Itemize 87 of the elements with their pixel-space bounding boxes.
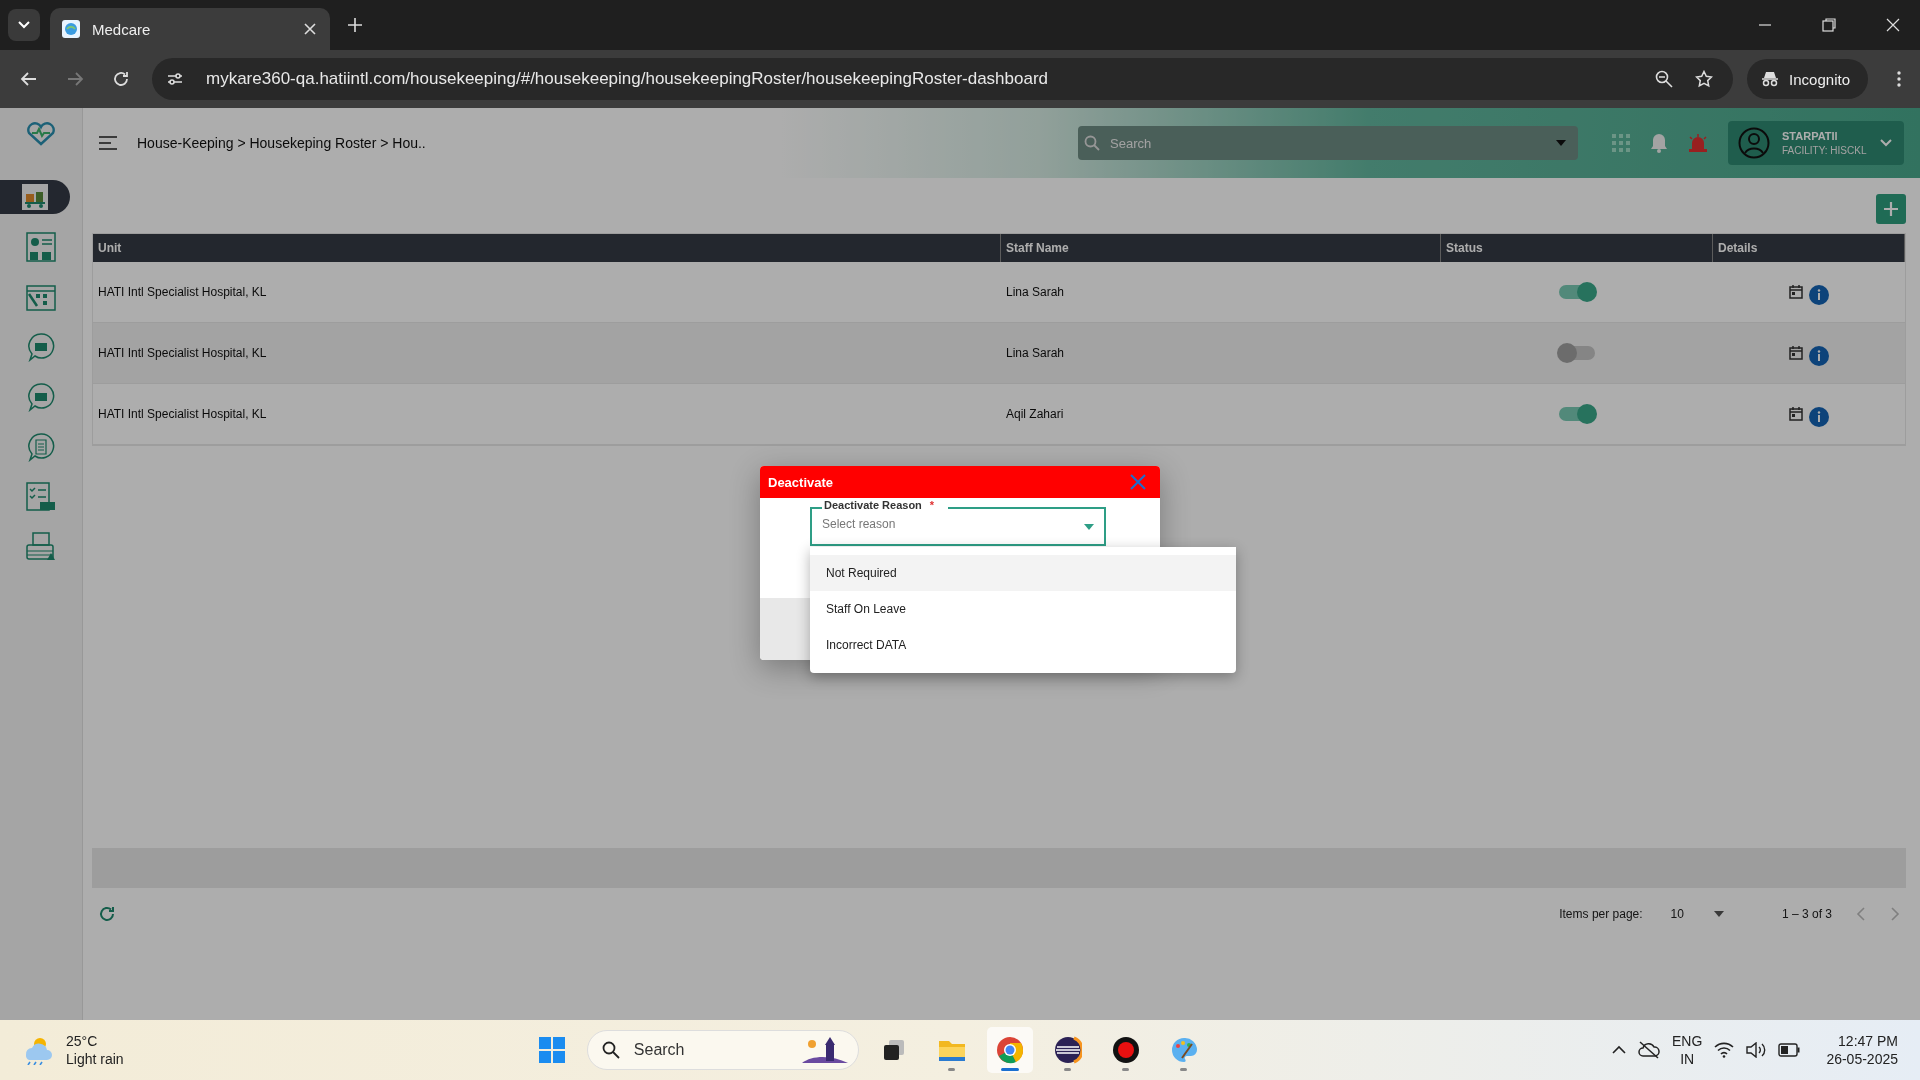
search-input[interactable]: Search <box>1108 134 1548 152</box>
user-name: STARPATIl <box>1782 130 1839 142</box>
globe-icon <box>62 20 80 38</box>
dashboard-icon <box>26 232 56 262</box>
taskbar-search[interactable]: Search <box>586 1030 859 1070</box>
windows-logo-icon <box>538 1037 565 1063</box>
speech-bubble-icon <box>26 432 56 462</box>
chevron-down-icon <box>1880 139 1892 147</box>
site-settings-icon[interactable] <box>166 70 184 88</box>
sidebar-item[interactable] <box>0 180 70 214</box>
back-icon[interactable] <box>20 70 38 88</box>
clock-time[interactable]: 12:47 PM <box>1838 1033 1898 1049</box>
calendar-icon <box>26 282 56 312</box>
staff-name-cell-text: Lina Sarah <box>1005 284 1066 301</box>
tab-search-button[interactable] <box>8 9 40 41</box>
refresh-icon[interactable] <box>98 905 116 923</box>
search-icon <box>601 1041 620 1059</box>
tab-title: Medcare <box>92 20 152 38</box>
caret-icon <box>1556 140 1566 146</box>
field-label: Deactivate Reason * <box>822 499 949 511</box>
reason-input[interactable]: Select reason <box>822 516 1084 531</box>
wifi-icon[interactable] <box>1714 1042 1735 1058</box>
chevron-up-icon[interactable] <box>1612 1045 1627 1055</box>
dropdown-option[interactable]: Incorrect DATA <box>810 627 1236 663</box>
menu-icon[interactable] <box>99 136 117 150</box>
weather-condition: Light rain <box>66 1051 124 1067</box>
star-icon[interactable] <box>1695 70 1714 88</box>
region-label[interactable]: IN <box>1680 1051 1695 1067</box>
unit-cell-text: HATI Intl Specialist Hospital, KL <box>97 284 268 301</box>
caret-icon <box>1713 911 1724 917</box>
info-icon[interactable] <box>1809 285 1829 305</box>
calendar-icon[interactable] <box>1789 346 1803 360</box>
dialog-title: Deactivate <box>768 474 834 490</box>
add-button[interactable] <box>1876 194 1906 224</box>
info-icon[interactable] <box>1809 407 1829 427</box>
status-toggle[interactable] <box>1559 346 1595 360</box>
staff-name-cell-text: Aqil Zahari <box>1005 406 1065 423</box>
address-bar[interactable]: mykare360-qa.hatiintl.com/housekeeping/#/housekeeping/housekeepingRoster/housekeepingRoster-dashboard <box>152 58 1734 100</box>
status-toggle[interactable] <box>1559 407 1595 421</box>
unit-cell-text: HATI Intl Specialist Hospital, KL <box>97 406 268 423</box>
temperature: 25°C <box>66 1033 99 1049</box>
palette-icon <box>1169 1036 1198 1064</box>
search-field[interactable]: Search <box>1078 126 1578 160</box>
reason-select[interactable]: Deactivate Reason * Select reason <box>810 499 1106 546</box>
chevron-down-icon <box>18 21 30 29</box>
url-text: mykare360-qa.hatiintl.com/housekeeping/#/housekeeping/housekeepingRoster/housekeepingRoster-dashboard <box>206 69 1049 89</box>
avatar-icon <box>1738 127 1770 159</box>
new-tab-icon[interactable] <box>348 18 362 32</box>
speech-bubble-icon <box>26 332 56 362</box>
eclipse-logo-icon <box>1053 1036 1082 1064</box>
incognito-icon <box>1761 71 1780 87</box>
browser-tab[interactable]: Medcare <box>50 8 330 50</box>
search-icon <box>1084 135 1100 151</box>
printer-icon <box>26 532 56 562</box>
breadcrumb: House-Keeping > Housekeping Roster > Hou.. <box>137 135 426 151</box>
checklist-icon <box>26 482 56 512</box>
reload-icon[interactable] <box>112 70 130 88</box>
speaker-icon[interactable] <box>1746 1042 1767 1058</box>
cleaning-cart-icon <box>22 184 48 210</box>
unit-cell-text: HATI Intl Specialist Hospital, KL <box>97 345 268 362</box>
info-icon[interactable] <box>1809 346 1829 366</box>
more-icon[interactable] <box>1896 70 1902 88</box>
calendar-icon[interactable] <box>1789 407 1803 421</box>
record-icon <box>1111 1036 1140 1064</box>
staff-name-cell-text: Lina Sarah <box>1005 345 1066 362</box>
page-size-select[interactable]: 10 <box>1666 907 1728 921</box>
status-toggle[interactable] <box>1559 285 1595 299</box>
page-range: 1 – 3 of 3 <box>1781 907 1832 921</box>
battery-icon[interactable] <box>1778 1043 1801 1057</box>
dropdown-option[interactable]: Not Required <box>810 555 1236 591</box>
calendar-icon[interactable] <box>1789 285 1803 299</box>
language-label[interactable]: ENG <box>1672 1033 1703 1049</box>
cloud-off-icon[interactable] <box>1638 1041 1661 1059</box>
zoom-out-icon[interactable] <box>1655 70 1674 88</box>
dropdown-option[interactable]: Staff On Leave <box>810 591 1236 627</box>
restore-icon[interactable] <box>1822 18 1836 32</box>
heart-logo-icon <box>26 122 56 146</box>
facility-label: FACILITY: HISCKL <box>1782 145 1868 156</box>
incognito-badge[interactable]: Incognito <box>1747 59 1868 99</box>
clock-date[interactable]: 26-05-2025 <box>1826 1051 1898 1067</box>
items-per-page-label: Items per page: <box>1559 907 1643 921</box>
speech-bubble-icon <box>26 382 56 412</box>
browser-logo-icon <box>995 1036 1024 1064</box>
caret-icon <box>1084 523 1094 530</box>
plus-icon <box>1883 201 1899 217</box>
forward-icon[interactable] <box>66 70 84 88</box>
search-input[interactable]: Search <box>631 1040 786 1060</box>
